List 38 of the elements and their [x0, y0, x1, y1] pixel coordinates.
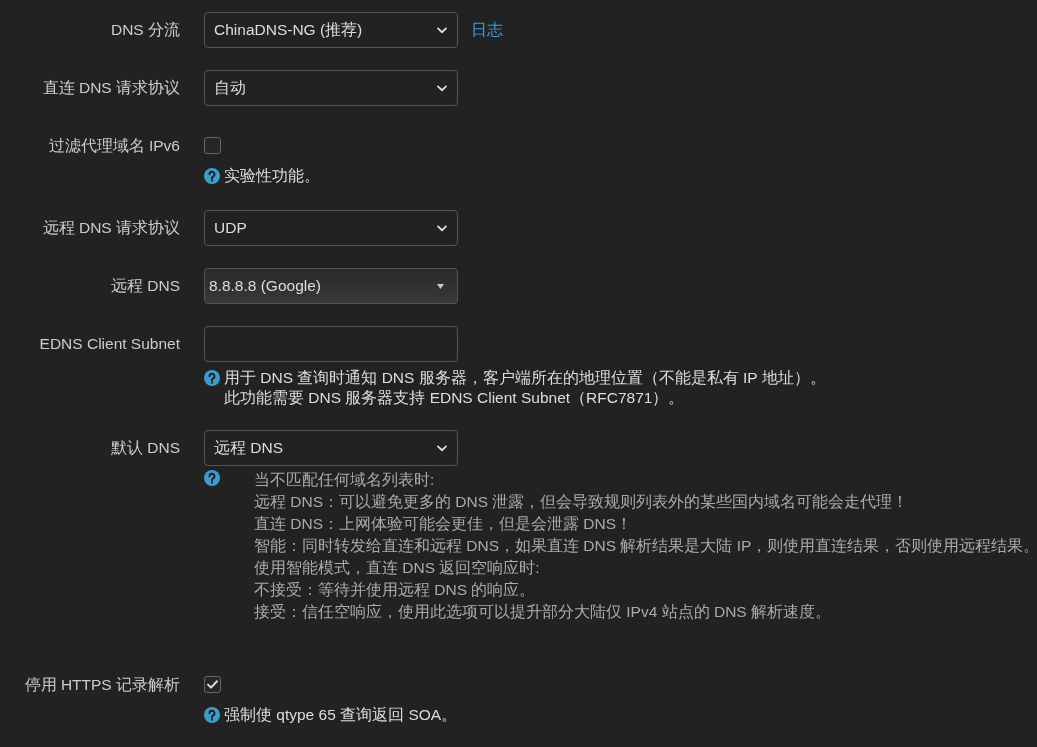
input-field[interactable] [204, 326, 458, 362]
help-icon [204, 707, 220, 723]
setting-label: 停用 HTTPS 记录解析 [24, 674, 180, 695]
setting-label: 直连 DNS 请求协议 [42, 77, 180, 98]
dropdown[interactable]: 自动 [204, 70, 458, 106]
dropdown[interactable]: 8.8.8.8 (Google) [204, 268, 458, 304]
help-text: 使用智能模式，直连 DNS 返回空响应时: [254, 558, 541, 578]
setting-label: 默认 DNS [110, 437, 180, 458]
help-text: 接受：信任空响应，使用此选项可以提升部分大陆仅 IPv4 站点的 DNS 解析速度。 [254, 602, 832, 622]
help-text: 直连 DNS：上网体验可能会更佳，但是会泄露 DNS！ [254, 514, 634, 534]
checkbox[interactable] [204, 137, 221, 154]
setting-label: DNS 分流 [110, 19, 180, 40]
setting-label: 过滤代理域名 IPv6 [48, 135, 180, 156]
setting-label: EDNS Client Subnet [39, 335, 180, 353]
chevron-down-icon [437, 84, 447, 92]
help-icon [204, 470, 220, 486]
setting-label: 远程 DNS 请求协议 [42, 217, 180, 238]
help-icon [204, 370, 220, 386]
setting-label: 远程 DNS [110, 275, 180, 296]
help-icon [204, 168, 220, 184]
chevron-down-icon [437, 444, 447, 452]
help-text: 当不匹配任何域名列表时: [254, 470, 436, 490]
checkmark-icon [207, 680, 218, 689]
caret-down-icon [437, 283, 444, 289]
chevron-down-icon [437, 26, 447, 34]
help-text: 此功能需要 DNS 服务器支持 EDNS Client Subnet（RFC7871）。 [224, 388, 686, 408]
help-text: 强制使 qtype 65 查询返回 SOA。 [224, 705, 458, 725]
log-link[interactable]: 日志 [471, 19, 503, 41]
checkbox[interactable] [204, 676, 221, 693]
dropdown[interactable]: 远程 DNS [204, 430, 458, 466]
help-text: 不接受：等待并使用远程 DNS 的响应。 [254, 580, 537, 600]
dropdown[interactable]: ChinaDNS-NG (推荐) [204, 12, 458, 48]
help-text: 智能：同时转发给直连和远程 DNS，如果直连 DNS 解析结果是大陆 IP，则使用直连结果，否则使用远程结果。 [254, 536, 1037, 556]
chevron-down-icon [437, 224, 447, 232]
help-text: 实验性功能。 [224, 166, 320, 186]
help-text: 远程 DNS：可以避免更多的 DNS 泄露，但会导致规则列表外的某些国内域名可能会走代理！ [254, 492, 910, 512]
dropdown[interactable]: UDP [204, 210, 458, 246]
help-text: 用于 DNS 查询时通知 DNS 服务器，客户端所在的地理位置（不能是私有 IP 地址）。 [224, 368, 826, 388]
